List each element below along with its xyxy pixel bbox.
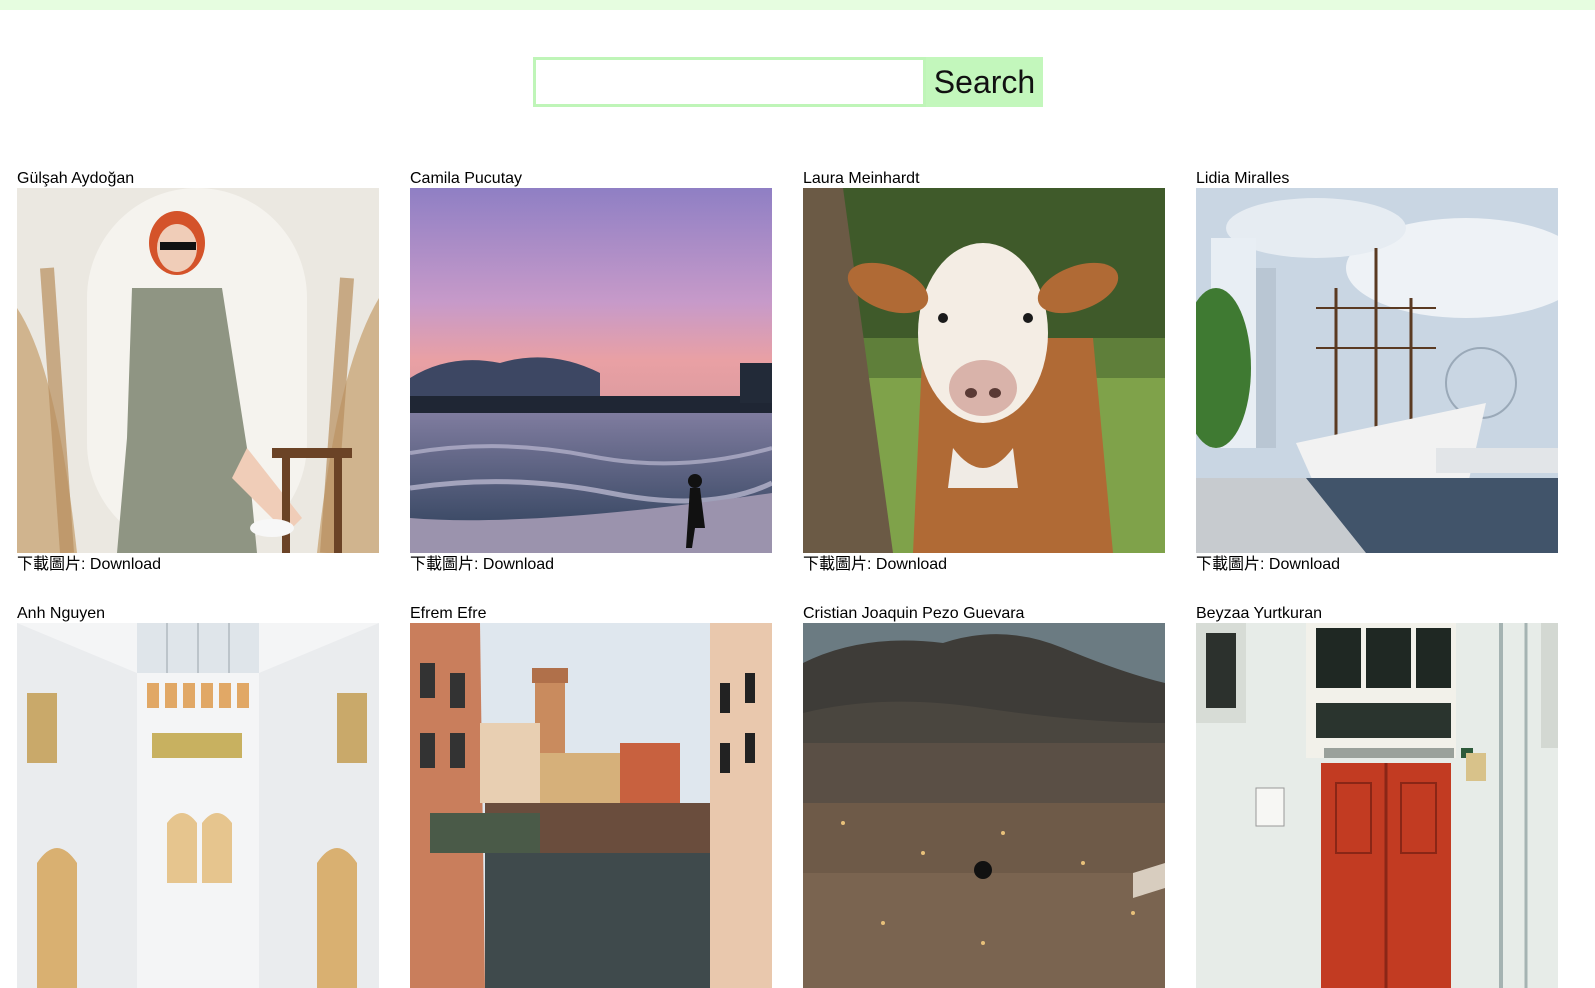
search-bar: Search [533,57,1043,107]
photo-image[interactable] [1196,188,1558,553]
photo-author: Camila Pucutay [410,170,523,187]
photo-card: Camila Pucutay 下載圖片: Download [410,170,772,576]
download-link[interactable]: Download [876,556,947,573]
photo-image[interactable] [803,623,1165,988]
photo-author: Anh Nguyen [17,605,106,622]
photo-card: Beyzaa Yurtkuran [1196,605,1558,988]
photo-author: Lidia Miralles [1196,170,1290,187]
download-link[interactable]: Download [483,556,554,573]
top-bar [0,0,1595,10]
download-link[interactable]: Download [90,556,161,573]
photo-author: Laura Meinhardt [803,170,920,187]
photo-author: Efrem Efre [410,605,487,622]
photo-card: Cristian Joaquin Pezo Guevara [803,605,1165,988]
photo-card: Efrem Efre [410,605,772,988]
download-row: 下載圖片: Download [803,554,1165,576]
download-prefix: 下載圖片: [1196,556,1265,573]
download-prefix: 下載圖片: [803,556,872,573]
photo-author: Gülşah Aydoğan [17,170,135,187]
download-row: 下載圖片: Download [17,554,379,576]
download-prefix: 下載圖片: [17,556,86,573]
download-row: 下載圖片: Download [1196,554,1558,576]
download-link[interactable]: Download [1269,556,1340,573]
photo-image[interactable] [1196,623,1558,988]
photo-card: Laura Meinhardt 下載圖片: Download [803,170,1165,576]
photo-author: Cristian Joaquin Pezo Guevara [803,605,1025,622]
search-button[interactable]: Search [926,57,1043,107]
photo-image[interactable] [17,188,379,553]
photo-image[interactable] [17,623,379,988]
photo-author: Beyzaa Yurtkuran [1196,605,1323,622]
photo-image[interactable] [803,188,1165,553]
photo-card: Gülşah Aydoğan 下載圖片: Download [17,170,379,576]
photo-card: Anh Nguyen [17,605,379,988]
download-row: 下載圖片: Download [410,554,772,576]
search-input[interactable] [533,57,926,107]
photo-image[interactable] [410,188,772,553]
download-prefix: 下載圖片: [410,556,479,573]
photo-card: Lidia Miralles 下載圖片: Download [1196,170,1558,576]
photo-image[interactable] [410,623,772,988]
